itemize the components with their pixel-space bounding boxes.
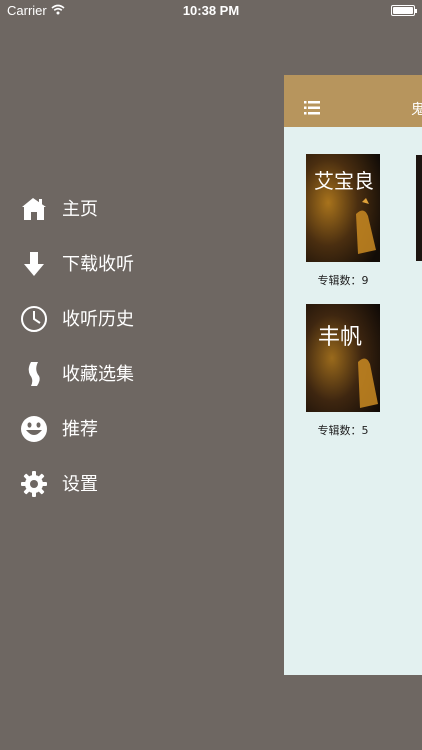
book-caption: 专辑数：9 — [317, 274, 369, 287]
home-icon — [22, 198, 46, 220]
menu-item-recommend[interactable]: 推荐 — [0, 402, 280, 457]
menu-item-home[interactable]: 主页 — [0, 182, 280, 237]
download-arrow-icon — [24, 252, 44, 276]
side-menu: 主页 下载收听 收听历史 收藏选集 推荐 设置 — [0, 182, 280, 512]
main-content-panel[interactable]: 鬼 艾宝良 专辑数：9 丰帆 专辑数：5 — [284, 75, 422, 675]
menu-label: 主页 — [62, 199, 98, 220]
menu-label: 设置 — [62, 474, 98, 495]
menu-item-downloads[interactable]: 下载收听 — [0, 237, 280, 292]
menu-list-icon[interactable] — [304, 101, 320, 115]
status-bar: Carrier 10:38 PM — [0, 0, 422, 22]
book-cover-image: 艾宝良 — [306, 154, 380, 262]
clock-icon — [21, 306, 47, 332]
menu-label: 收听历史 — [62, 309, 134, 330]
clock-time: 10:38 PM — [182, 3, 240, 18]
menu-label: 推荐 — [62, 419, 98, 440]
book-caption: 专辑数：5 — [317, 424, 369, 437]
smiley-icon — [21, 416, 47, 442]
menu-item-settings[interactable]: 设置 — [0, 457, 280, 512]
menu-item-history[interactable]: 收听历史 — [0, 292, 280, 347]
battery-icon — [391, 5, 417, 16]
menu-label: 下载收听 — [62, 254, 134, 275]
book-item[interactable]: 丰帆 专辑数：5 — [306, 304, 380, 438]
navigation-bar: 鬼 — [284, 75, 422, 127]
menu-item-favorites[interactable]: 收藏选集 — [0, 347, 280, 402]
book-cover-partial[interactable] — [416, 155, 422, 261]
cover-title: 丰帆 — [318, 325, 362, 350]
cover-title: 艾宝良 — [314, 169, 374, 193]
ribbon-icon — [28, 362, 40, 386]
menu-label: 收藏选集 — [62, 364, 134, 385]
page-title: 鬼 — [411, 102, 422, 118]
book-cover-image: 丰帆 — [306, 304, 380, 412]
gear-icon — [21, 471, 47, 497]
book-item[interactable]: 艾宝良 专辑数：9 — [306, 154, 380, 288]
